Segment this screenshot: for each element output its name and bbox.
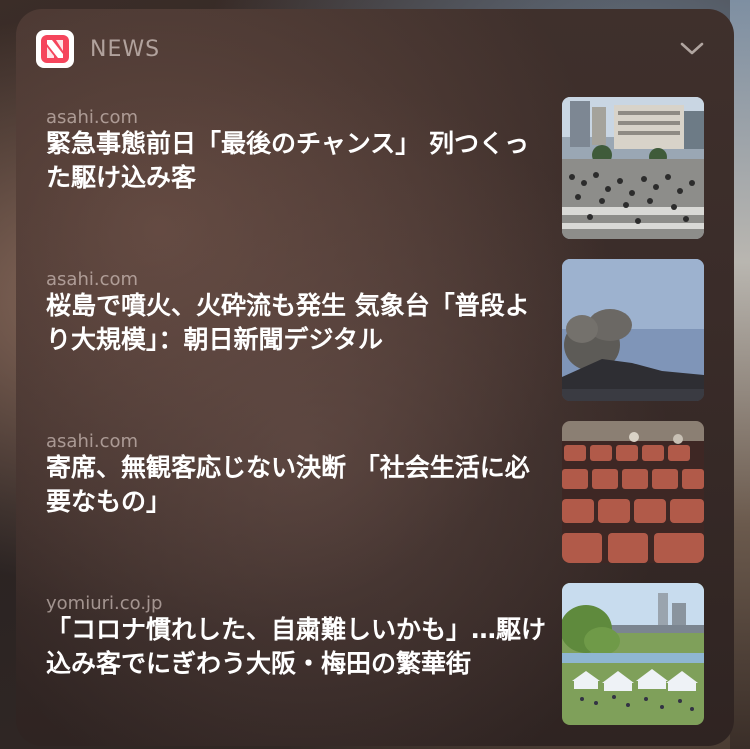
volcano-eruption-photo[interactable]	[562, 259, 704, 401]
news-headline[interactable]: 緊急事態前日「最後のチャンス」 列つくった駆け込み客	[46, 127, 546, 195]
news-source: asahi.com	[46, 107, 139, 128]
apple-news-icon	[36, 30, 74, 68]
crowd-crossing-photo[interactable]	[562, 97, 704, 239]
news-source: asahi.com	[46, 269, 139, 290]
riverside-tents-photo[interactable]	[562, 583, 704, 725]
news-widget[interactable]: NEWS asahi.com 緊急事態前日「最後のチャンス」 列つくった駆け込み…	[16, 9, 734, 746]
news-headline[interactable]: 寄席、無観客応じない決断 「社会生活に必要なもの」	[46, 451, 546, 519]
theater-seats-photo[interactable]	[562, 421, 704, 563]
news-item[interactable]: asahi.com 桜島で噴火、火砕流も発生 気象台「普段より大規模」：朝日新聞…	[46, 259, 704, 412]
chevron-down-icon[interactable]	[678, 35, 706, 63]
news-headline[interactable]: 「コロナ慣れした、自粛難しいかも」…駆け込み客でにぎわう大阪・梅田の繁華街	[46, 613, 546, 681]
news-item[interactable]: asahi.com 緊急事態前日「最後のチャンス」 列つくった駆け込み客	[46, 97, 704, 250]
news-item[interactable]: yomiuri.co.jp 「コロナ慣れした、自粛難しいかも」…駆け込み客でにぎ…	[46, 583, 704, 736]
news-source: asahi.com	[46, 431, 139, 452]
news-item[interactable]: asahi.com 寄席、無観客応じない決断 「社会生活に必要なもの」	[46, 421, 704, 574]
app-name: NEWS	[90, 36, 161, 62]
news-headline[interactable]: 桜島で噴火、火砕流も発生 気象台「普段より大規模」：朝日新聞デジタル	[46, 289, 546, 357]
widget-header: NEWS	[36, 29, 714, 69]
news-source: yomiuri.co.jp	[46, 593, 163, 614]
